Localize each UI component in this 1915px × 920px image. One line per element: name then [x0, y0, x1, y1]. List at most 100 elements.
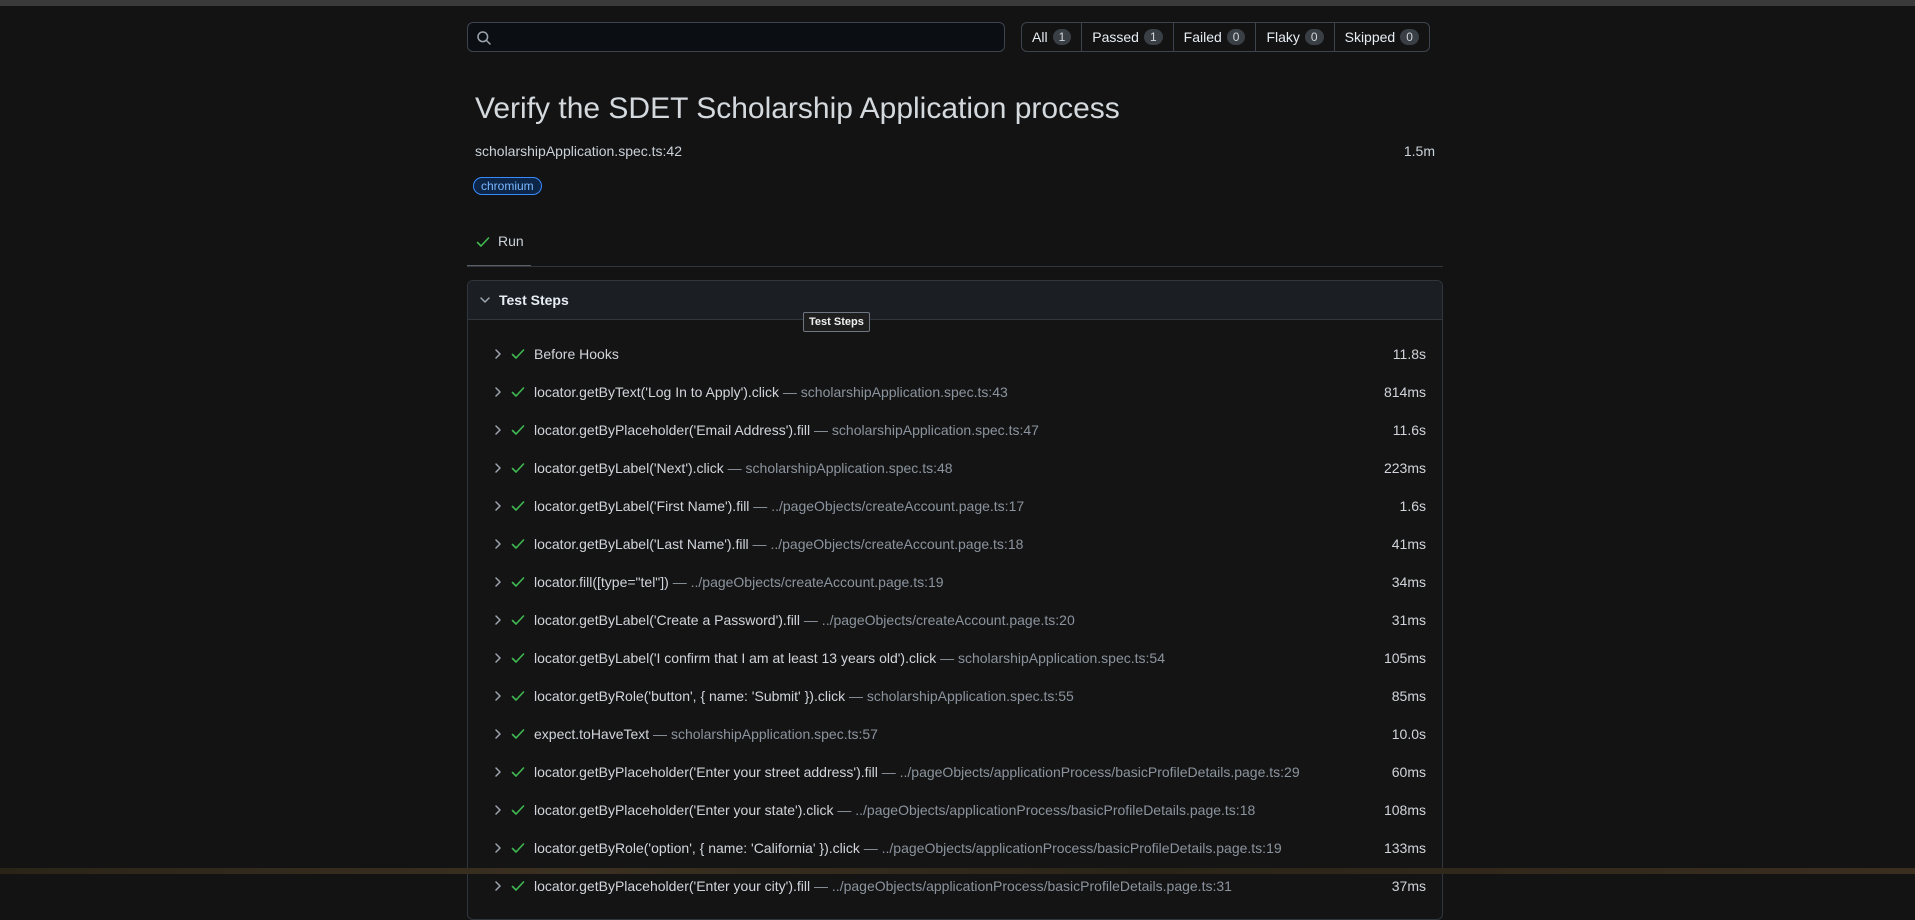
check-icon [511, 729, 525, 739]
step-location: — ../pageObjects/createAccount.page.ts:2… [800, 612, 1075, 628]
filter-count: 1 [1052, 29, 1072, 45]
tooltip: Test Steps [803, 312, 870, 332]
step-title: locator.getByLabel('Last Name').fill — .… [534, 536, 1023, 552]
chevron-right-icon[interactable] [490, 498, 506, 514]
step-action: expect.toHaveText [534, 726, 650, 742]
step-location: — scholarshipApplication.spec.ts:54 [936, 650, 1165, 666]
step-row[interactable]: locator.getByLabel('First Name').fill — … [468, 487, 1442, 525]
step-duration: 223ms [1383, 460, 1426, 476]
chevron-right-icon[interactable] [490, 802, 506, 818]
step-row[interactable]: locator.getByLabel('Create a Password').… [468, 601, 1442, 639]
test-title: Verify the SDET Scholarship Application … [475, 92, 1120, 125]
step-row[interactable]: locator.getByText('Log In to Apply').cli… [468, 373, 1442, 411]
step-action: locator.getByRole('option', { name: 'Cal… [534, 840, 860, 856]
filter-label: All [1032, 29, 1048, 45]
chevron-right-icon[interactable] [490, 574, 506, 590]
step-location: — scholarshipApplication.spec.ts:57 [649, 726, 878, 742]
check-icon [511, 881, 525, 891]
step-title: locator.getByRole('option', { name: 'Cal… [534, 840, 1282, 856]
chevron-right-icon[interactable] [490, 878, 506, 894]
check-icon [511, 349, 525, 359]
step-duration: 34ms [1391, 574, 1426, 590]
step-location: — ../pageObjects/applicationProcess/basi… [833, 802, 1256, 818]
check-icon [511, 691, 525, 701]
chevron-right-icon[interactable] [490, 726, 506, 742]
test-location: scholarshipApplication.spec.ts:42 [475, 143, 683, 159]
filter-tab-skipped[interactable]: Skipped 0 [1335, 23, 1429, 51]
chevron-right-icon[interactable] [490, 840, 506, 856]
search-input[interactable] [498, 23, 1002, 53]
step-title: locator.getByLabel('Create a Password').… [534, 612, 1075, 628]
step-row[interactable]: locator.getByLabel('I confirm that I am … [468, 639, 1442, 677]
step-row[interactable]: Before Hooks 11.8s [468, 335, 1442, 373]
step-duration: 10.0s [1391, 726, 1426, 742]
step-row[interactable]: locator.getByRole('button', { name: 'Sub… [468, 677, 1442, 715]
step-row[interactable]: locator.getByLabel('Next').click — schol… [468, 449, 1442, 487]
chevron-right-icon[interactable] [490, 422, 506, 438]
filter-label: Failed [1183, 29, 1222, 45]
report-container: All 1 Passed 1 Failed 0 Flaky 0 Skipped … [467, 22, 1443, 920]
test-steps-header[interactable]: Test Steps [468, 281, 1442, 320]
step-row[interactable]: locator.getByRole('option', { name: 'Cal… [468, 829, 1442, 867]
check-icon [511, 577, 525, 587]
step-title: expect.toHaveText — scholarshipApplicati… [534, 726, 878, 742]
step-duration: 814ms [1383, 384, 1426, 400]
step-action: locator.getByRole('button', { name: 'Sub… [534, 688, 846, 704]
tabs-divider [467, 266, 1443, 267]
step-location: — ../pageObjects/createAccount.page.ts:1… [668, 574, 944, 590]
step-duration: 108ms [1383, 802, 1426, 818]
step-title: locator.getByPlaceholder('Email Address'… [534, 422, 1039, 438]
step-row[interactable]: locator.getByPlaceholder('Enter your sta… [468, 791, 1442, 829]
tab-run[interactable]: Run [467, 222, 531, 267]
step-row[interactable]: locator.getByPlaceholder('Email Address'… [468, 411, 1442, 449]
step-row[interactable]: locator.getByPlaceholder('Enter your str… [468, 753, 1442, 791]
filter-tab-all[interactable]: All 1 [1022, 23, 1083, 51]
status-filter-tabs: All 1 Passed 1 Failed 0 Flaky 0 Skipped … [1021, 22, 1430, 52]
step-title: Before Hooks [534, 346, 619, 362]
step-duration: 31ms [1391, 612, 1426, 628]
filter-tab-failed[interactable]: Failed 0 [1174, 23, 1257, 51]
step-action: Before Hooks [534, 346, 619, 362]
step-row[interactable]: locator.getByLabel('Last Name').fill — .… [468, 525, 1442, 563]
step-duration: 133ms [1383, 840, 1426, 856]
check-icon [476, 237, 490, 247]
chevron-right-icon[interactable] [490, 384, 506, 400]
filter-count: 0 [1400, 29, 1419, 45]
step-location: — ../pageObjects/createAccount.page.ts:1… [749, 498, 1025, 514]
step-location: — ../pageObjects/applicationProcess/basi… [877, 764, 1300, 780]
chevron-right-icon[interactable] [490, 764, 506, 780]
step-row[interactable]: expect.toHaveText — scholarshipApplicati… [468, 715, 1442, 753]
step-duration: 85ms [1391, 688, 1426, 704]
step-location: — scholarshipApplication.spec.ts:55 [845, 688, 1074, 704]
chevron-right-icon[interactable] [490, 346, 506, 362]
filter-label: Flaky [1266, 29, 1300, 45]
step-action: locator.getByLabel('Last Name').fill [534, 536, 749, 552]
step-duration: 105ms [1383, 650, 1426, 666]
chevron-right-icon[interactable] [490, 688, 506, 704]
step-row[interactable]: locator.fill([type="tel"]) — ../pageObje… [468, 563, 1442, 601]
step-title: locator.getByLabel('First Name').fill — … [534, 498, 1024, 514]
project-badge[interactable]: chromium [473, 177, 542, 195]
chevron-right-icon[interactable] [490, 650, 506, 666]
step-title: locator.getByLabel('Next').click — schol… [534, 460, 953, 476]
step-title: locator.getByLabel('I confirm that I am … [534, 650, 1165, 666]
filter-tab-flaky[interactable]: Flaky 0 [1256, 23, 1335, 51]
chevron-right-icon[interactable] [490, 612, 506, 628]
chevron-right-icon[interactable] [490, 460, 506, 476]
step-action: locator.getByText('Log In to Apply').cli… [534, 384, 780, 400]
chevron-right-icon[interactable] [490, 536, 506, 552]
check-icon [511, 653, 525, 663]
window-top-strip [0, 0, 1915, 6]
check-icon [511, 843, 525, 853]
test-duration: 1.5m [1403, 143, 1435, 159]
step-action: locator.getByPlaceholder('Email Address'… [534, 422, 811, 438]
check-icon [511, 463, 525, 473]
step-action: locator.getByPlaceholder('Enter your sta… [534, 802, 834, 818]
filter-tab-passed[interactable]: Passed 1 [1082, 23, 1174, 51]
step-action: locator.getByPlaceholder('Enter your str… [534, 764, 878, 780]
step-location: — ../pageObjects/createAccount.page.ts:1… [748, 536, 1024, 552]
search-box[interactable] [467, 22, 1005, 53]
step-duration: 37ms [1391, 878, 1426, 894]
search-icon [477, 31, 491, 45]
step-action: locator.getByPlaceholder('Enter your cit… [534, 878, 811, 894]
